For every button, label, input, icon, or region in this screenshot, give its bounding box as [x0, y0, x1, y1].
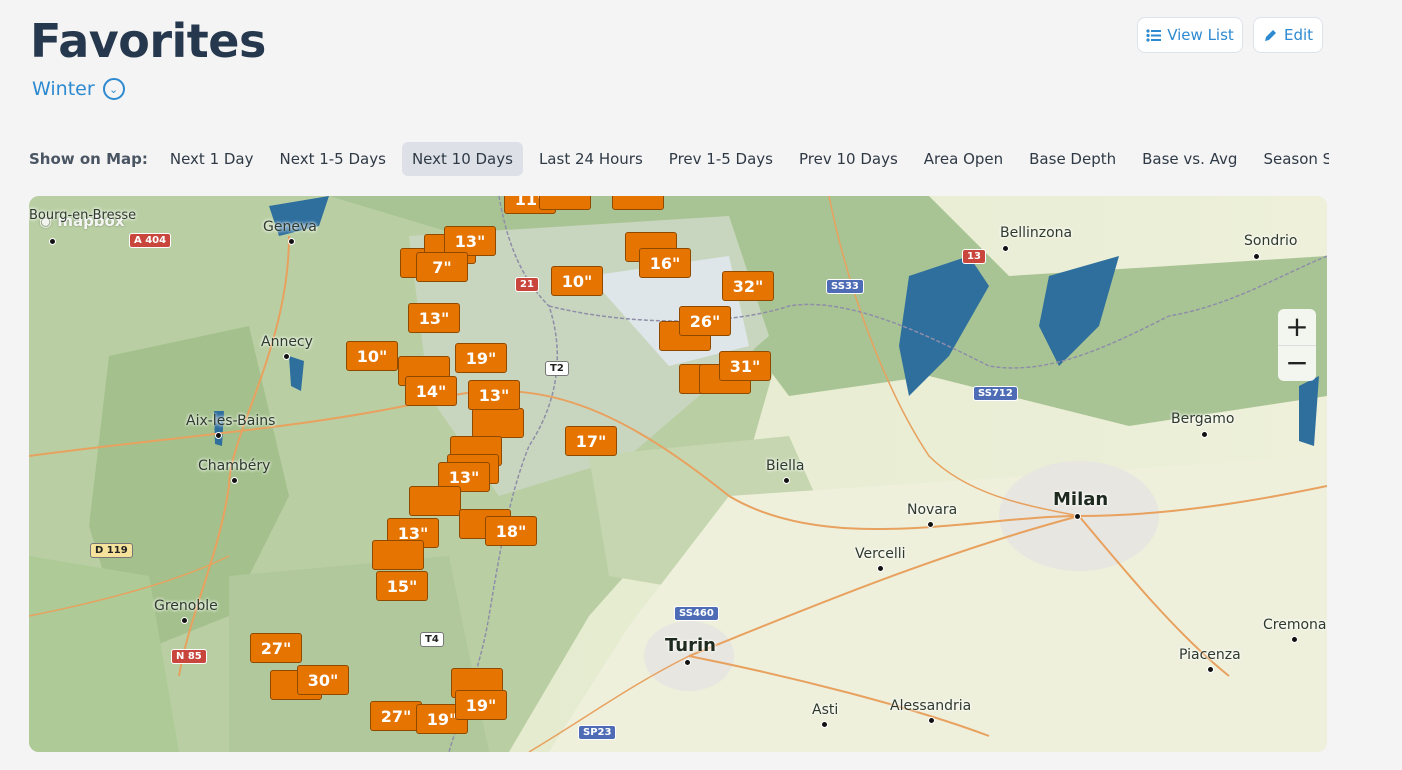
city-cremona: Cremona — [1263, 617, 1327, 643]
snow-marker[interactable]: 32" — [722, 271, 774, 301]
road-shield: 13 — [962, 249, 986, 264]
zoom-in-button[interactable]: + — [1278, 309, 1316, 345]
snow-marker[interactable]: 17" — [565, 426, 617, 456]
snow-marker[interactable]: 15" — [376, 571, 428, 601]
show-on-map-label: Show on Map: — [29, 150, 148, 168]
map-option-area-open[interactable]: Area Open — [914, 142, 1013, 176]
road-shield: T4 — [420, 632, 444, 647]
city-bellinzona: Bellinzona — [1000, 225, 1072, 252]
map-option-prev-1-5-days[interactable]: Prev 1-5 Days — [659, 142, 783, 176]
snow-marker[interactable]: 27" — [370, 701, 422, 731]
snow-marker[interactable]: 13" — [408, 303, 460, 333]
zoom-out-button[interactable]: − — [1278, 344, 1316, 382]
view-list-label: View List — [1167, 26, 1234, 44]
snow-marker[interactable] — [612, 196, 664, 210]
snow-marker[interactable]: 13" — [468, 380, 520, 410]
map-option-next-1-5-days[interactable]: Next 1-5 Days — [270, 142, 396, 176]
chevron-down-icon: ⌄ — [102, 78, 125, 100]
road-shield: T2 — [545, 361, 569, 376]
snow-marker[interactable]: 30" — [297, 665, 349, 695]
city-piacenza: Piacenza — [1179, 647, 1241, 673]
city-bergamo: Bergamo — [1171, 411, 1234, 438]
city-biella: Biella — [766, 458, 804, 484]
snow-marker[interactable] — [539, 196, 591, 210]
snow-marker[interactable]: 26" — [679, 306, 731, 336]
city-asti: Asti — [812, 702, 838, 728]
road-shield: SS460 — [674, 606, 719, 621]
city-bourg-en-bresse: Bourg-en-Bresse — [29, 208, 136, 245]
snow-marker[interactable]: 31" — [719, 351, 771, 381]
snow-marker[interactable]: 27" — [250, 633, 302, 663]
snow-marker[interactable]: 16" — [639, 248, 691, 278]
snow-marker[interactable] — [372, 540, 424, 570]
snow-marker[interactable]: 19" — [455, 690, 507, 720]
city-alessandria: Alessandria — [890, 698, 971, 724]
list-icon — [1146, 28, 1162, 42]
snow-marker[interactable]: 10" — [551, 266, 603, 296]
road-shield: SS33 — [826, 279, 864, 294]
road-shield: A 404 — [129, 233, 172, 248]
snow-marker[interactable]: 18" — [485, 516, 537, 546]
snow-map[interactable]: ◉ mapbox Geneva Bourg-en-Bresse Annecy A… — [29, 196, 1327, 752]
city-turin: Turin — [665, 635, 716, 666]
view-list-button[interactable]: View List — [1137, 17, 1243, 53]
collection-dropdown[interactable]: Winter ⌄ — [32, 78, 125, 100]
city-chambery: Chambéry — [198, 458, 270, 484]
collection-name: Winter — [32, 78, 95, 100]
map-option-base-depth[interactable]: Base Depth — [1019, 142, 1126, 176]
city-milan: Milan — [1053, 489, 1108, 520]
city-novara: Novara — [907, 502, 957, 528]
snow-marker[interactable] — [409, 486, 461, 516]
edit-label: Edit — [1283, 26, 1314, 44]
page-title: Favorites — [30, 14, 266, 68]
city-sondrio: Sondrio — [1244, 233, 1297, 260]
city-geneva: Geneva — [263, 219, 317, 245]
map-option-season-snowfall[interactable]: Season Snowfa — [1253, 142, 1329, 176]
map-option-next-1-day[interactable]: Next 1 Day — [160, 142, 264, 176]
show-on-map-bar: Show on Map: Next 1 Day Next 1-5 Days Ne… — [29, 140, 1329, 178]
snow-marker[interactable]: 7" — [416, 252, 468, 282]
city-grenoble: Grenoble — [154, 598, 218, 624]
snow-marker[interactable]: 14" — [405, 376, 457, 406]
pencil-icon — [1264, 29, 1276, 41]
edit-button[interactable]: Edit — [1253, 17, 1323, 53]
road-shield: N 85 — [171, 649, 207, 664]
road-shield: D 119 — [90, 543, 133, 558]
road-shield: SP23 — [578, 725, 617, 740]
map-option-last-24-hours[interactable]: Last 24 Hours — [529, 142, 653, 176]
road-shield: SS712 — [973, 386, 1018, 401]
snow-marker[interactable]: 19" — [455, 343, 507, 373]
road-shield: 21 — [515, 277, 539, 292]
zoom-controls: + − — [1278, 309, 1316, 381]
city-aix-les-bains: Aix-les-Bains — [186, 413, 275, 439]
city-vercelli: Vercelli — [855, 546, 906, 572]
map-option-base-vs-avg[interactable]: Base vs. Avg — [1132, 142, 1247, 176]
map-option-next-10-days[interactable]: Next 10 Days — [401, 142, 523, 176]
map-terrain — [29, 196, 1327, 752]
map-option-prev-10-days[interactable]: Prev 10 Days — [789, 142, 908, 176]
city-annecy: Annecy — [261, 334, 313, 360]
snow-marker[interactable]: 10" — [346, 341, 398, 371]
snow-marker[interactable] — [472, 408, 524, 438]
